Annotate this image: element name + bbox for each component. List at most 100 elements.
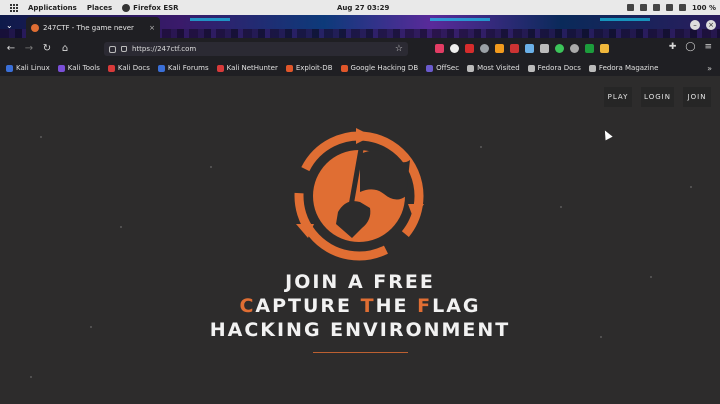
extension-icon[interactable] <box>510 44 519 53</box>
extension-icon[interactable] <box>495 44 504 53</box>
extension-icon[interactable] <box>570 44 579 53</box>
join-button[interactable]: JOIN <box>683 87 711 107</box>
headline-text: LAG <box>432 295 481 317</box>
lock-icon[interactable] <box>121 46 127 52</box>
globe-icon <box>527 64 535 72</box>
close-window-icon[interactable]: × <box>706 20 716 30</box>
background-dot <box>120 226 122 228</box>
background-dot <box>690 186 692 188</box>
app-grid-icon[interactable] <box>10 3 18 12</box>
headline-accent-t: T <box>360 295 376 317</box>
bookmarks-toolbar: Kali Linux Kali Tools Kali Docs Kali For… <box>0 60 720 76</box>
bookmark-icon <box>57 64 65 72</box>
extensions-puzzle-icon[interactable]: ✚ <box>669 42 677 52</box>
bookmark-kali-nethunter[interactable]: Kali NetHunter <box>216 64 278 72</box>
247ctf-favicon-icon <box>31 23 39 32</box>
headline-accent-f: F <box>417 295 433 317</box>
background-dot <box>480 146 482 148</box>
hero-headline: JOIN A FREE CAPTURE THE FLAG HACKING ENV… <box>0 270 720 342</box>
extension-icon[interactable] <box>600 44 609 53</box>
tab-247ctf[interactable]: 247CTF - The game never × <box>26 17 160 38</box>
firefox-icon <box>122 3 131 12</box>
247ctf-flag-logo-icon <box>294 128 424 261</box>
bookmarks-overflow-icon[interactable]: » <box>707 64 712 73</box>
extension-icon[interactable] <box>480 44 489 53</box>
tab-strip: ⌄ 247CTF - The game never × – × <box>0 15 720 38</box>
extension-icon[interactable] <box>585 44 594 53</box>
play-button[interactable]: PLAY <box>604 87 632 107</box>
battery-icon[interactable] <box>678 4 686 11</box>
headline-text: APTURE <box>255 295 361 317</box>
headline-line-3: HACKING ENVIRONMENT <box>209 319 511 341</box>
extension-icon[interactable] <box>435 44 444 53</box>
applications-menu[interactable]: Applications <box>28 4 77 12</box>
navigation-toolbar: ← → ↻ ⌂ https://247ctf.com ☆ ✚ ◯ ≡ <box>0 38 720 60</box>
gear-icon <box>467 64 475 72</box>
extension-icon[interactable] <box>450 44 459 53</box>
theme-neon-line <box>430 18 490 21</box>
bookmark-icon <box>107 64 115 72</box>
volume-icon[interactable] <box>665 4 673 11</box>
clock[interactable]: Aug 27 03:29 <box>337 4 389 12</box>
bookmark-most-visited[interactable]: Most Visited <box>467 64 520 72</box>
mouse-cursor-icon <box>601 128 613 141</box>
background-dot <box>560 206 562 208</box>
back-icon[interactable]: ← <box>4 42 18 56</box>
system-top-bar: Applications Places Firefox ESR Aug 27 0… <box>0 0 720 15</box>
forward-icon[interactable]: → <box>22 42 36 56</box>
bookmark-label: Most Visited <box>477 64 520 72</box>
address-bar[interactable]: https://247ctf.com ☆ <box>104 42 408 56</box>
theme-neon-line <box>600 18 650 21</box>
shield-icon[interactable] <box>109 45 116 53</box>
bookmark-offsec[interactable]: OffSec <box>426 64 459 72</box>
tab-title: 247CTF - The game never <box>43 23 134 32</box>
extension-icon[interactable] <box>465 44 474 53</box>
list-all-tabs-icon[interactable]: ⌄ <box>6 21 13 30</box>
bookmark-label: Kali Linux <box>16 64 50 72</box>
headline-text: HE <box>375 295 418 317</box>
bookmark-kali-docs[interactable]: Kali Docs <box>107 64 150 72</box>
bookmark-kali-linux[interactable]: Kali Linux <box>6 64 50 72</box>
headline-divider <box>313 352 408 353</box>
bookmark-label: Exploit-DB <box>295 64 333 72</box>
tab-close-icon[interactable]: × <box>149 24 155 32</box>
firefox-app-menu[interactable]: Firefox ESR <box>122 3 179 12</box>
bookmark-icon <box>426 64 434 72</box>
tray-app-icon[interactable] <box>626 4 634 11</box>
bookmark-label: Kali NetHunter <box>226 64 278 72</box>
bookmark-exploit-db[interactable]: Exploit-DB <box>285 64 333 72</box>
bookmark-label: Kali Tools <box>67 64 100 72</box>
background-dot <box>40 136 42 138</box>
reload-icon[interactable]: ↻ <box>40 42 54 56</box>
minimize-window-icon[interactable]: – <box>690 20 700 30</box>
globe-icon <box>588 64 596 72</box>
bookmark-icon <box>6 64 13 72</box>
app-menu-icon[interactable]: ≡ <box>704 42 712 52</box>
bookmark-kali-tools[interactable]: Kali Tools <box>57 64 100 72</box>
bookmark-google-hacking-db[interactable]: Google Hacking DB <box>340 64 419 72</box>
account-icon[interactable]: ◯ <box>685 42 695 52</box>
bookmark-star-icon[interactable]: ☆ <box>395 44 403 54</box>
home-icon[interactable]: ⌂ <box>58 42 72 56</box>
url-text[interactable]: https://247ctf.com <box>132 45 196 53</box>
bookmark-fedora-magazine[interactable]: Fedora Magazine <box>588 64 659 72</box>
places-menu[interactable]: Places <box>87 4 112 12</box>
firefox-app-label: Firefox ESR <box>133 3 179 12</box>
theme-neon-line <box>190 18 230 21</box>
wifi-icon[interactable] <box>652 4 660 11</box>
web-page: PLAY LOGIN JOIN JOIN A FREE CAPTURE THE … <box>0 76 720 404</box>
background-dot <box>210 166 212 168</box>
bookmark-fedora-docs[interactable]: Fedora Docs <box>527 64 581 72</box>
extension-icon[interactable] <box>540 44 549 53</box>
extension-icon[interactable] <box>525 44 534 53</box>
bookmark-label: Fedora Magazine <box>598 64 659 72</box>
bookmark-label: Fedora Docs <box>537 64 581 72</box>
bookmark-label: Google Hacking DB <box>350 64 419 72</box>
login-button[interactable]: LOGIN <box>641 87 674 107</box>
language-icon[interactable] <box>639 4 647 11</box>
extension-icon[interactable] <box>555 44 564 53</box>
bookmark-kali-forums[interactable]: Kali Forums <box>157 64 209 72</box>
bookmark-icon <box>216 64 224 72</box>
background-dot <box>30 376 32 378</box>
bookmark-icon <box>157 64 165 72</box>
